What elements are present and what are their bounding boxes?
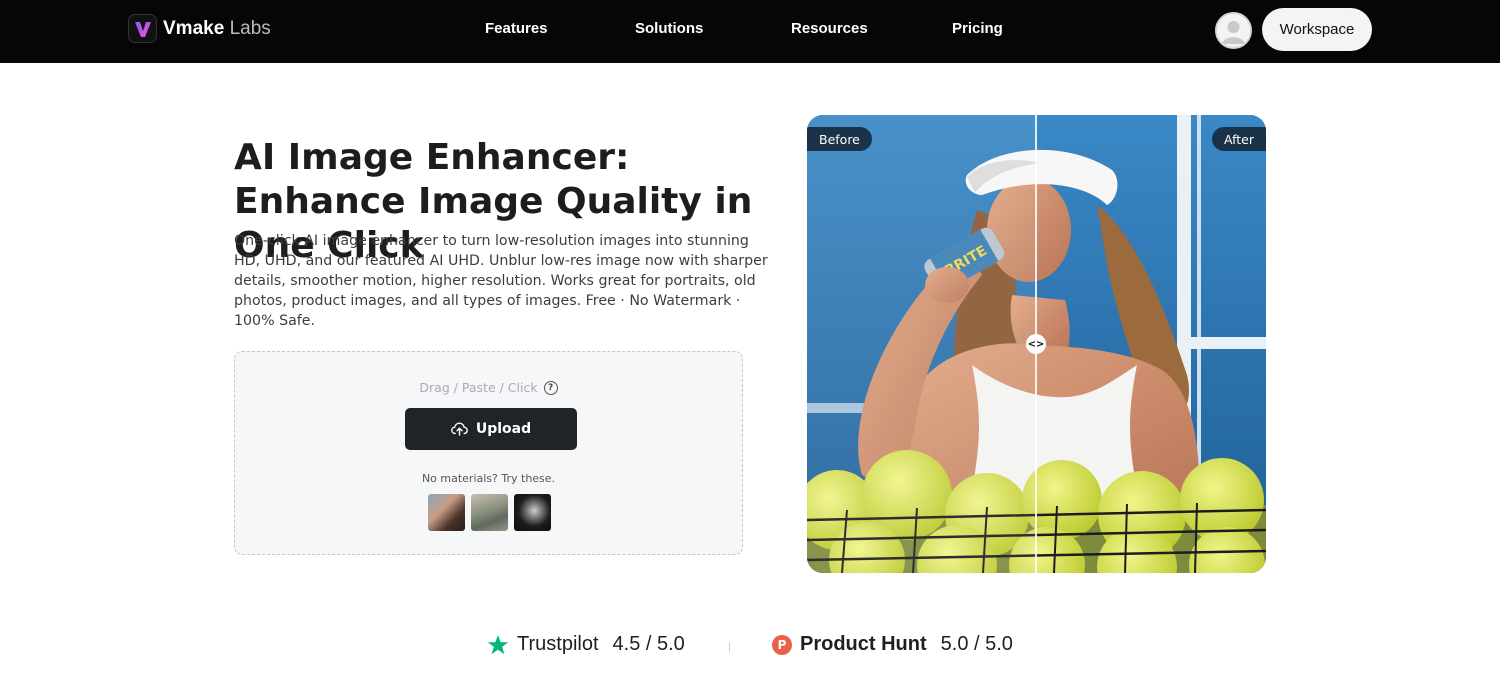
user-icon bbox=[1222, 21, 1245, 44]
help-icon[interactable]: ? bbox=[543, 380, 558, 395]
hero-description: One-click AI image enhancer to turn low-… bbox=[234, 233, 768, 329]
upload-dropzone[interactable]: Drag / Paste / Click ? Upload No materia… bbox=[234, 351, 743, 555]
trustpilot-label: Trustpilot bbox=[517, 633, 599, 655]
ratings-divider bbox=[729, 642, 730, 652]
before-label: Before bbox=[807, 127, 872, 151]
top-navbar: Vmake Labs Features Solutions Resources … bbox=[0, 0, 1500, 63]
ratings-row: Trustpilot 4.5 / 5.0 P Product Hunt 5.0 … bbox=[0, 633, 1500, 661]
producthunt-rating[interactable]: P Product Hunt 5.0 / 5.0 bbox=[772, 633, 1013, 656]
cloud-upload-icon bbox=[450, 422, 468, 436]
logo-brand: Vmake bbox=[163, 17, 225, 39]
vmake-logo[interactable]: Vmake Labs bbox=[128, 14, 271, 43]
nav-solutions[interactable]: Solutions bbox=[635, 20, 703, 37]
drag-hint-row: Drag / Paste / Click ? bbox=[235, 380, 742, 395]
sample-image-portrait[interactable] bbox=[428, 494, 465, 531]
sample-image-bw-portrait[interactable] bbox=[514, 494, 551, 531]
vmake-logo-icon bbox=[128, 14, 157, 43]
upload-button[interactable]: Upload bbox=[405, 408, 577, 450]
trustpilot-rating[interactable]: Trustpilot 4.5 / 5.0 bbox=[487, 633, 685, 656]
compare-slider-handle-icon[interactable]: <> bbox=[1026, 334, 1046, 354]
sample-image-scene[interactable] bbox=[471, 494, 508, 531]
after-label: After bbox=[1211, 127, 1266, 151]
sample-thumbnails bbox=[428, 494, 551, 531]
before-after-comparison[interactable]: BRITE Before After <> bbox=[807, 115, 1266, 573]
nav-pricing[interactable]: Pricing bbox=[952, 20, 1003, 37]
producthunt-score: 5.0 / 5.0 bbox=[940, 633, 1013, 655]
logo-suffix: Labs bbox=[229, 17, 271, 39]
logo-text: Vmake Labs bbox=[163, 18, 271, 40]
sample-materials-label: No materials? Try these. bbox=[421, 472, 556, 485]
upload-button-label: Upload bbox=[475, 421, 532, 437]
producthunt-label: Product Hunt bbox=[800, 633, 927, 655]
nav-features[interactable]: Features bbox=[485, 20, 548, 37]
producthunt-icon: P bbox=[772, 634, 792, 655]
trustpilot-score: 4.5 / 5.0 bbox=[612, 633, 685, 655]
user-avatar[interactable] bbox=[1215, 12, 1252, 49]
workspace-button[interactable]: Workspace bbox=[1262, 8, 1372, 51]
drag-hint-text: Drag / Paste / Click bbox=[419, 380, 538, 395]
nav-resources[interactable]: Resources bbox=[791, 20, 868, 37]
trustpilot-star-icon bbox=[487, 634, 509, 654]
